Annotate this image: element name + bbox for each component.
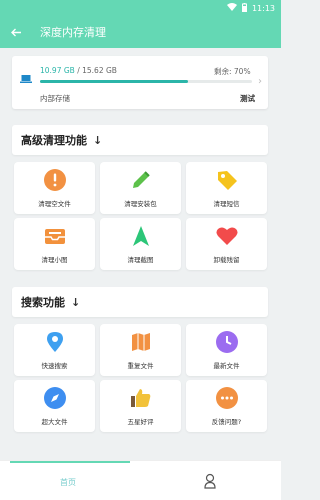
- pencil-icon: [129, 168, 153, 192]
- tile-label: 卸载残留: [213, 256, 240, 264]
- chevron-right-icon: ›: [258, 76, 262, 87]
- user-icon: [204, 473, 216, 489]
- tile-clock[interactable]: 最新文件: [186, 324, 267, 376]
- arrow-left-icon: [10, 28, 21, 36]
- map-icon: [129, 330, 153, 354]
- tile-label: 清理截图: [127, 256, 154, 264]
- clock-icon: [215, 330, 239, 354]
- inbox-icon: [43, 224, 67, 248]
- storage-usage-text: 10.97 GB / 15.62 GB: [40, 66, 117, 75]
- tile-label: 五星好评: [127, 418, 154, 426]
- storage-progress-bar: [40, 80, 252, 83]
- location-pin-icon: [43, 330, 67, 354]
- back-button[interactable]: [0, 16, 32, 48]
- storage-progress-fill: [40, 80, 189, 83]
- tile-label: 清理小图: [41, 256, 68, 264]
- storage-total: 15.62 GB: [82, 66, 117, 75]
- tile-label: 清理空文件: [38, 200, 71, 208]
- tile-send[interactable]: 清理截图: [100, 218, 181, 270]
- storage-separator: /: [77, 66, 80, 75]
- thumbs-up-icon: [129, 386, 153, 410]
- laptop-icon: [20, 75, 32, 83]
- tile-label: 重复文件: [127, 362, 154, 370]
- tile-label: 清理安装包: [124, 200, 157, 208]
- more-bubble-icon: [215, 386, 239, 410]
- tile-thumbs-up[interactable]: 五星好评: [100, 380, 181, 432]
- storage-remaining: 剩余: 70%: [214, 67, 251, 76]
- search-section-header: 搜索功能 ↓: [12, 287, 268, 317]
- tile-map[interactable]: 重复文件: [100, 324, 181, 376]
- heart-icon: [215, 224, 239, 248]
- storage-label: 内部存储: [40, 94, 70, 103]
- arrow-down-icon: ↓: [93, 133, 103, 147]
- tile-inbox[interactable]: 清理小图: [14, 218, 95, 270]
- tile-label: 反馈问题?: [211, 418, 242, 426]
- storage-card[interactable]: 10.97 GB / 15.62 GB 剩余: 70% 内部存储 测试 ›: [12, 56, 268, 109]
- send-icon: [129, 224, 153, 248]
- clock-time: 11:13: [251, 3, 275, 13]
- section-title: 高级清理功能: [21, 134, 87, 147]
- bottom-nav: 首页: [0, 460, 281, 500]
- tile-location-pin[interactable]: 快速搜索: [14, 324, 95, 376]
- battery-icon: [241, 2, 247, 14]
- arrow-down-icon: ↓: [71, 295, 81, 309]
- app-bar: 深度内存清理: [0, 16, 281, 48]
- exclamation-icon: [43, 168, 67, 192]
- tile-tag[interactable]: 清理短信: [186, 162, 267, 214]
- tile-heart[interactable]: 卸载残留: [186, 218, 267, 270]
- test-button[interactable]: 测试: [240, 93, 255, 104]
- wifi-icon: [226, 3, 237, 13]
- tile-label: 超大文件: [41, 418, 68, 426]
- status-bar: 11:13: [0, 0, 281, 16]
- advanced-section-header: 高级清理功能 ↓: [12, 125, 268, 155]
- compass-icon: [43, 386, 67, 410]
- tab-profile[interactable]: [202, 471, 218, 491]
- tag-icon: [215, 168, 239, 192]
- tile-pencil[interactable]: 清理安装包: [100, 162, 181, 214]
- tab-home[interactable]: 首页: [60, 477, 76, 488]
- page-title: 深度内存清理: [40, 26, 106, 39]
- tile-exclamation[interactable]: 清理空文件: [14, 162, 95, 214]
- section-title: 搜索功能: [21, 296, 65, 309]
- tile-label: 清理短信: [213, 200, 240, 208]
- tile-compass[interactable]: 超大文件: [14, 380, 95, 432]
- storage-used: 10.97 GB: [40, 66, 75, 75]
- tab-indicator: [10, 461, 130, 463]
- tile-label: 最新文件: [213, 362, 240, 370]
- tile-label: 快速搜索: [41, 362, 68, 370]
- tile-more-bubble[interactable]: 反馈问题?: [186, 380, 267, 432]
